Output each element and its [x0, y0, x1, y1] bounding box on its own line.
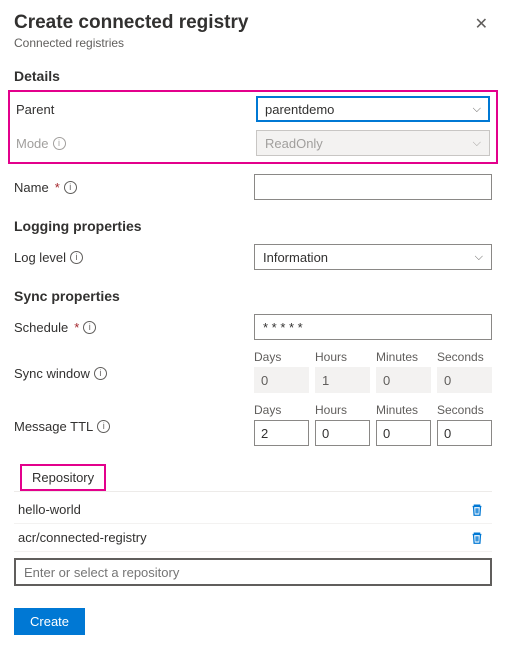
message-ttl-grid: Days Hours Minutes Seconds: [254, 403, 492, 446]
mode-select: ReadOnly ⌵: [256, 130, 490, 156]
mode-select-value: ReadOnly: [265, 136, 323, 151]
details-highlight: Parent parentdemo ⌵ Mode i ReadOnly ⌵: [8, 90, 498, 164]
info-icon[interactable]: i: [97, 420, 110, 433]
sync-window-grid: Days Hours Minutes Seconds: [254, 350, 492, 393]
repository-name: hello-world: [18, 502, 81, 517]
unit-seconds-label: Seconds: [437, 403, 492, 417]
messagettl-hours-input[interactable]: [315, 420, 370, 446]
repository-row: acr/connected-registry: [14, 524, 492, 552]
unit-minutes-label: Minutes: [376, 350, 431, 364]
info-icon[interactable]: i: [64, 181, 77, 194]
messagettl-label: Message TTL: [14, 419, 93, 434]
loglevel-select-value: Information: [263, 250, 328, 265]
syncwindow-label: Sync window: [14, 366, 90, 381]
unit-seconds-label: Seconds: [437, 350, 492, 364]
section-sync-heading: Sync properties: [14, 288, 492, 304]
schedule-input[interactable]: [254, 314, 492, 340]
messagettl-days-input[interactable]: [254, 420, 309, 446]
parent-select-value: parentdemo: [265, 102, 334, 117]
info-icon[interactable]: i: [70, 251, 83, 264]
info-icon[interactable]: i: [94, 367, 107, 380]
repository-input[interactable]: [14, 558, 492, 586]
messagettl-seconds-input[interactable]: [437, 420, 492, 446]
loglevel-select[interactable]: Information ⌵: [254, 244, 492, 270]
create-button[interactable]: Create: [14, 608, 85, 635]
repository-name: acr/connected-registry: [18, 530, 147, 545]
unit-hours-label: Hours: [315, 403, 370, 417]
unit-minutes-label: Minutes: [376, 403, 431, 417]
unit-hours-label: Hours: [315, 350, 370, 364]
info-icon[interactable]: i: [83, 321, 96, 334]
loglevel-label: Log level: [14, 250, 66, 265]
info-icon[interactable]: i: [53, 137, 66, 150]
close-icon[interactable]: ✕: [471, 12, 492, 36]
page-title: Create connected registry: [14, 12, 248, 34]
mode-label: Mode: [16, 136, 49, 151]
tab-repository[interactable]: Repository: [20, 464, 106, 491]
unit-days-label: Days: [254, 403, 309, 417]
chevron-down-icon: ⌵: [473, 103, 481, 116]
trash-icon[interactable]: [470, 503, 484, 517]
panel-header: Create connected registry Connected regi…: [14, 12, 492, 50]
unit-days-label: Days: [254, 350, 309, 364]
messagettl-minutes-input[interactable]: [376, 420, 431, 446]
name-input[interactable]: [254, 174, 492, 200]
syncwindow-days-input: [254, 367, 309, 393]
parent-label: Parent: [16, 102, 54, 117]
schedule-label: Schedule: [14, 320, 68, 335]
chevron-down-icon: ⌵: [473, 137, 481, 150]
required-indicator: *: [55, 180, 60, 195]
trash-icon[interactable]: [470, 531, 484, 545]
syncwindow-minutes-input: [376, 367, 431, 393]
syncwindow-hours-input: [315, 367, 370, 393]
parent-select[interactable]: parentdemo ⌵: [256, 96, 490, 122]
section-logging-heading: Logging properties: [14, 218, 492, 234]
chevron-down-icon: ⌵: [475, 251, 483, 264]
name-label: Name: [14, 180, 49, 195]
section-details-heading: Details: [14, 68, 492, 84]
required-indicator: *: [74, 320, 79, 335]
page-subtitle: Connected registries: [14, 36, 248, 50]
syncwindow-seconds-input: [437, 367, 492, 393]
repository-row: hello-world: [14, 496, 492, 524]
